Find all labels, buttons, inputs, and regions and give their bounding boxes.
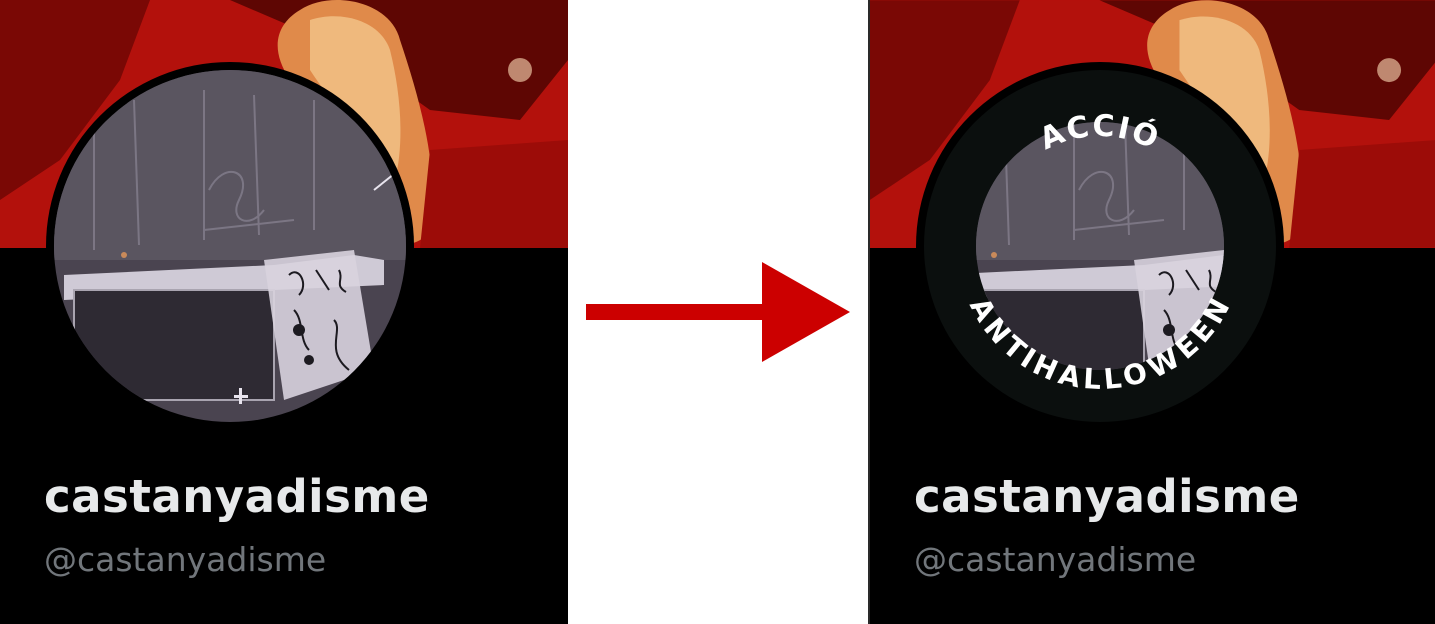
svg-text:ANTIHALLOWEEN: ANTIHALLOWEEN	[963, 292, 1237, 396]
badge-ring[interactable]: ACCIÓ ANTIHALLOWEEN	[924, 70, 1276, 422]
display-name: castanyadisme	[44, 470, 430, 523]
avatar-frame: ACCIÓ ANTIHALLOWEEN	[916, 62, 1284, 430]
display-name: castanyadisme	[914, 470, 1300, 523]
avatar[interactable]	[54, 70, 406, 422]
user-handle: @castanyadisme	[44, 540, 327, 579]
svg-text:ACCIÓ: ACCIÓ	[1035, 109, 1166, 158]
right-arrow-icon	[586, 262, 850, 362]
badge-bottom-text: ANTIHALLOWEEN	[963, 292, 1236, 396]
profile-before: castanyadisme @castanyadisme	[0, 0, 568, 624]
user-handle: @castanyadisme	[914, 540, 1197, 579]
badge-top-text: ACCIÓ	[1035, 109, 1164, 158]
profile-after: ACCIÓ ANTIHALLOWEEN castanyadisme @casta…	[868, 0, 1435, 624]
avatar-frame	[46, 62, 414, 430]
